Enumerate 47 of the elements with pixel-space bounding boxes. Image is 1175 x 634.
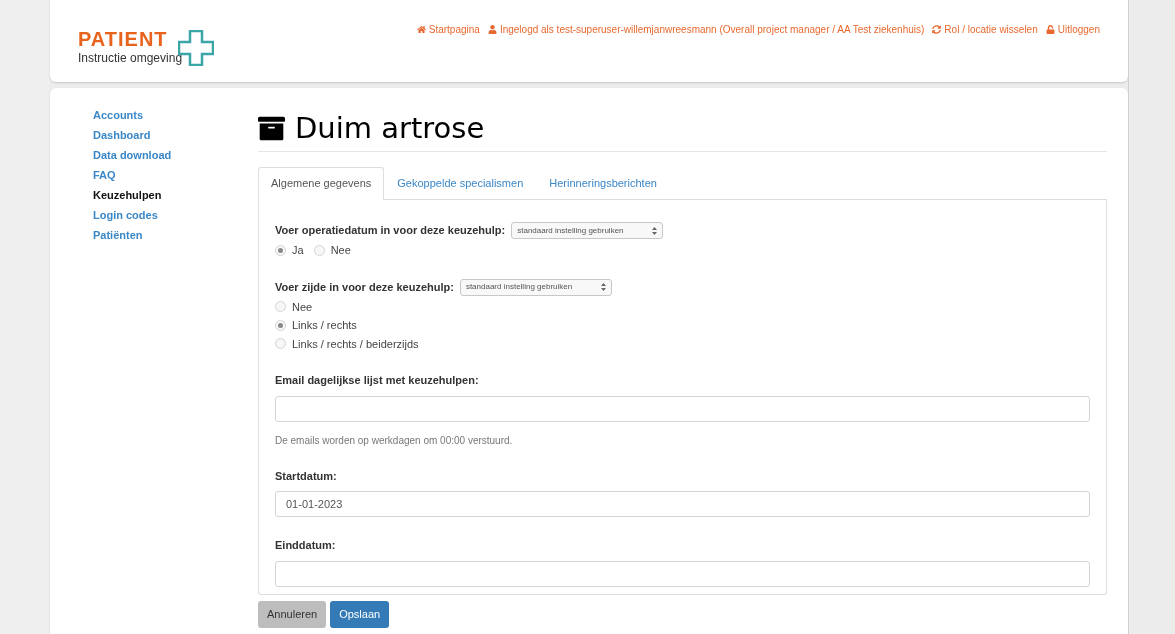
header-link[interactable]: Rol / locatie wisselen xyxy=(932,22,1038,37)
sidebar-item[interactable]: Login codes xyxy=(93,208,258,223)
home-icon xyxy=(416,25,426,34)
sidebar-item[interactable]: Patiënten xyxy=(93,228,258,243)
radio-label: Nee xyxy=(292,299,313,315)
refresh-icon xyxy=(932,25,942,34)
radio-label: Links / rechts xyxy=(292,318,357,333)
page-title: Duim artrose xyxy=(295,109,485,147)
radio-button[interactable] xyxy=(275,301,286,313)
field-label: Einddatum: xyxy=(275,538,337,553)
field-label: Email dagelijkse lijst met keuzehulpen: xyxy=(275,373,480,388)
user-icon xyxy=(487,25,497,34)
input-field[interactable]: 01-01-2023 xyxy=(275,491,1090,517)
tab[interactable]: Herinneringsberichten xyxy=(536,167,670,200)
help-text: De emails worden op werkdagen om 00:00 verstuurd. xyxy=(275,433,514,448)
radio-label: Links / rechts / beiderzijds xyxy=(292,336,419,352)
logo-subtitle: Instructie omgeving xyxy=(78,52,183,64)
updown-icon xyxy=(652,226,658,235)
select-field[interactable]: standaard instelling gebruiken xyxy=(459,278,612,296)
input-field[interactable] xyxy=(275,560,1090,587)
radio-label: Ja xyxy=(292,243,304,258)
archive-icon xyxy=(258,115,285,142)
radio-button[interactable] xyxy=(313,244,325,256)
input-field[interactable] xyxy=(275,395,1090,422)
header-link[interactable]: Uitloggen xyxy=(1045,22,1100,37)
unlock-icon xyxy=(1045,25,1055,34)
field-label: Voer operatiedatum in voor deze keuzehulp: xyxy=(275,223,506,239)
tab[interactable]: Gekoppelde specialismen xyxy=(384,167,537,200)
sidebar-item[interactable]: FAQ xyxy=(93,168,258,183)
save-button[interactable]: Opslaan xyxy=(330,601,390,628)
sidebar-item[interactable]: Dashboard xyxy=(93,128,258,143)
select-field[interactable]: standaard instelling gebruiken xyxy=(511,222,664,239)
field-label: Startdatum: xyxy=(275,468,338,484)
logo-brand: PATIENT xyxy=(78,29,169,49)
header-link[interactable]: Startpagina xyxy=(416,22,480,37)
sidebar-item[interactable]: Keuzehulpen xyxy=(93,188,258,203)
radio-button[interactable] xyxy=(275,244,286,256)
cancel-button[interactable]: Annuleren xyxy=(258,601,327,628)
sidebar-item[interactable]: Data download xyxy=(93,148,258,163)
header-link[interactable]: Ingelogd als test-superuser-willemjanwreesmann (Overall project manager / AA Test ziekenhuis) xyxy=(487,22,925,37)
updown-icon xyxy=(600,283,606,291)
radio-button[interactable] xyxy=(275,319,286,331)
sidebar-item[interactable]: Accounts xyxy=(93,108,258,123)
radio-button[interactable] xyxy=(275,338,286,350)
tab[interactable]: Algemene gegevens xyxy=(258,167,385,200)
radio-label: Nee xyxy=(330,243,351,258)
field-label: Voer zijde in voor deze keuzehulp: xyxy=(275,279,454,295)
